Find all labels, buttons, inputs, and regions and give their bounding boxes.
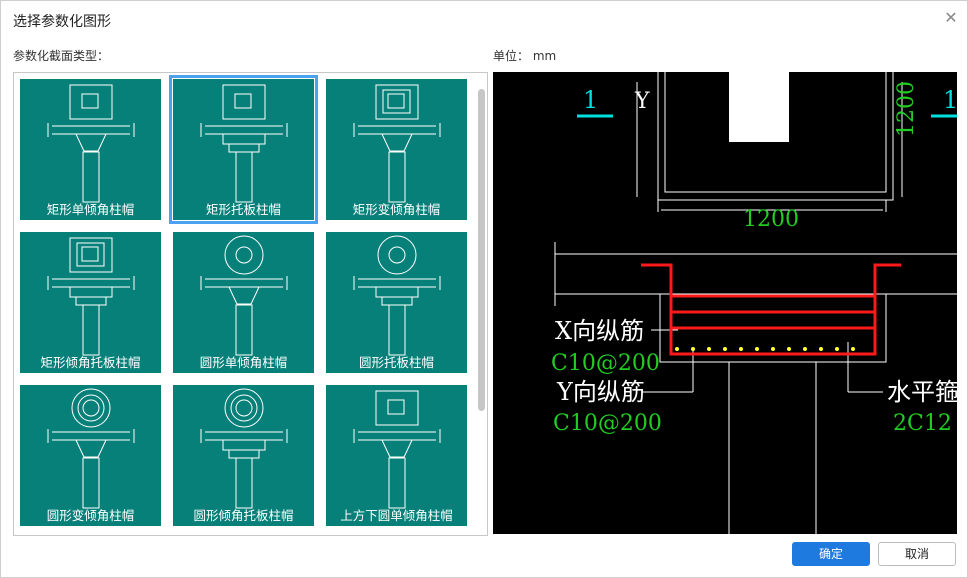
x-rebar-label: X向纵筋 [555, 317, 644, 345]
shape-tile-label: 圆形倾角托板柱帽 [193, 508, 294, 523]
close-icon[interactable]: ✕ [943, 10, 959, 26]
rebar-dot [851, 347, 855, 351]
shape-tile-label: 矩形倾角托板柱帽 [40, 355, 141, 370]
unit-label: 单位： mm [493, 49, 557, 63]
rebar-dot [755, 347, 759, 351]
rebar-dot [835, 347, 839, 351]
y-axis-label: Y [634, 89, 650, 114]
section-type-label: 参数化截面类型： [13, 49, 110, 63]
shape-tile-label: 圆形托板柱帽 [358, 355, 434, 370]
shape-gallery: 矩形单倾角柱帽 矩形托板柱帽 矩形变倾角柱帽矩形倾角托板柱帽 圆形单倾角柱帽 圆形托板柱… [13, 72, 488, 536]
parametric-shape-dialog: 选择参数化图形 ✕ 参数化截面类型： 单位： mm 矩形单倾角柱帽 矩形托板柱帽矩… [0, 0, 968, 578]
dim-horizontal: 1200 [743, 207, 799, 232]
shape-tile[interactable]: 矩形单倾角柱帽 [20, 79, 161, 220]
cancel-button[interactable]: 取消 [878, 542, 956, 566]
rebar-dot [771, 347, 775, 351]
section-mark-left: 1 [583, 86, 598, 114]
rebar-dot [739, 347, 743, 351]
shape-tile[interactable]: 圆形倾角托板柱帽 [173, 385, 314, 526]
shape-tile[interactable]: 矩形托板柱帽 [169, 75, 318, 224]
shape-tile[interactable]: 矩形倾角托板柱帽 [20, 232, 161, 373]
x-rebar-value: C10@200 [551, 351, 660, 376]
shape-tile[interactable]: 上方下圆单倾角柱帽 [326, 385, 467, 526]
shape-tile-label: 矩形托板柱帽 [205, 202, 281, 217]
rebar-dot [691, 347, 695, 351]
rebar-dot [819, 347, 823, 351]
rebar-dot [707, 347, 711, 351]
shape-tile-label: 圆形单倾角柱帽 [199, 355, 288, 370]
shape-tile[interactable]: 圆形托板柱帽 [326, 232, 467, 373]
rebar-dot [803, 347, 807, 351]
dialog-title: 选择参数化图形 [13, 14, 111, 30]
shape-tile-label: 圆形变倾角柱帽 [46, 508, 135, 523]
shape-tile[interactable]: 圆形变倾角柱帽 [20, 385, 161, 526]
y-rebar-label: Y向纵筋 [556, 378, 645, 406]
dim-vertical: 1200 [894, 81, 919, 137]
shape-tile-label: 矩形单倾角柱帽 [46, 202, 135, 217]
shape-tile-label: 上方下圆单倾角柱帽 [340, 508, 453, 523]
confirm-button[interactable]: 确定 [792, 542, 870, 566]
gallery-scrollbar[interactable] [478, 89, 485, 411]
rebar-dot [723, 347, 727, 351]
y-rebar-value: C10@200 [553, 411, 662, 436]
cad-drawing: 1 1 Y 1200 1200 X向纵筋 C10@200 Y向纵筋 C10@20… [551, 72, 957, 534]
rebar-dot [787, 347, 791, 351]
rebar-dot [675, 347, 679, 351]
shape-tile-label: 矩形变倾角柱帽 [352, 202, 441, 217]
cad-preview: 1 1 Y 1200 1200 X向纵筋 C10@200 Y向纵筋 C10@20… [493, 72, 957, 534]
horizontal-rebar-label: 水平箍 [887, 378, 957, 406]
section-mark-right: 1 [943, 86, 957, 114]
shape-tile[interactable]: 矩形变倾角柱帽 [326, 79, 467, 220]
shape-tile[interactable]: 圆形单倾角柱帽 [173, 232, 314, 373]
horizontal-rebar-value: 2C12 [893, 411, 952, 436]
